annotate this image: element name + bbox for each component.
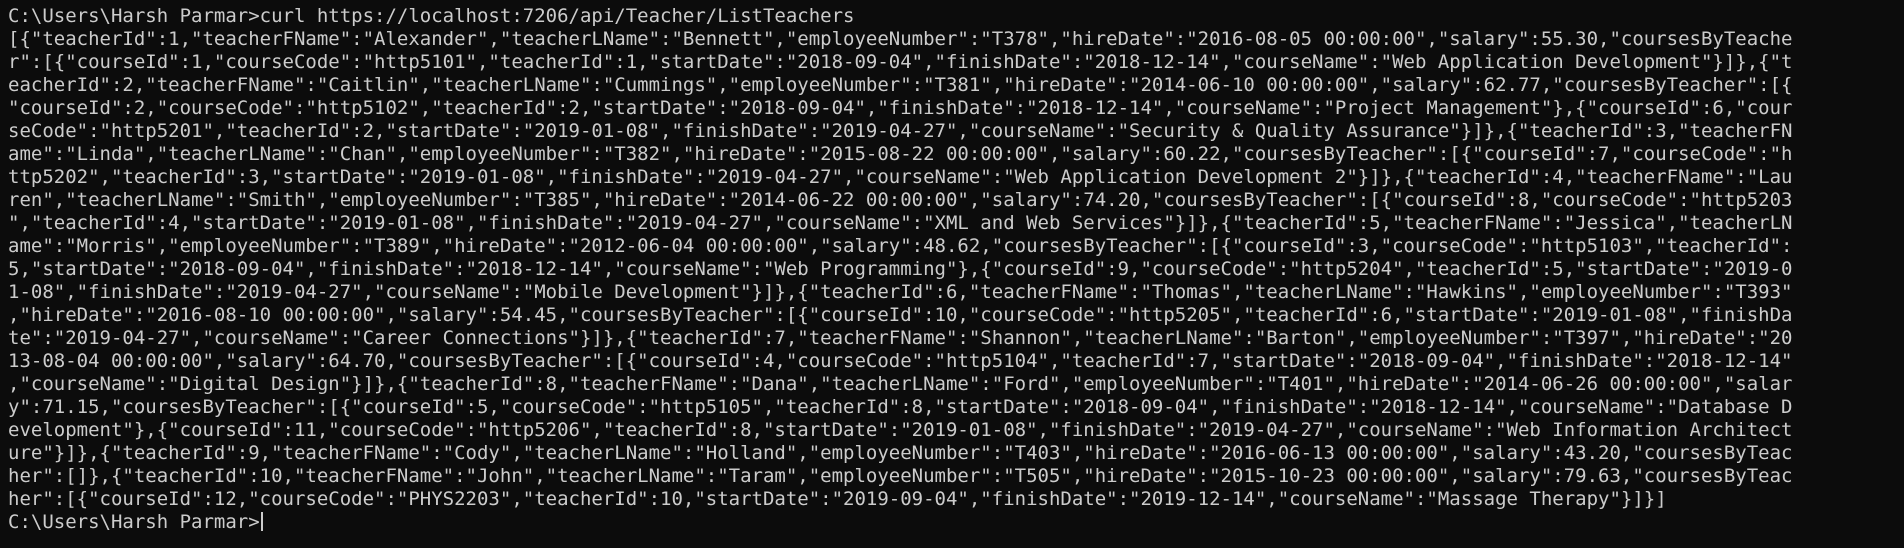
- output-line: ame":"Linda","teacherLName":"Chan","empl…: [8, 143, 1793, 165]
- output-line: ,"courseName":"Digital Design"}]},{"teac…: [8, 373, 1793, 395]
- output-line: evelopment"},{"courseId":11,"courseCode"…: [8, 419, 1793, 441]
- command-line: C:\Users\Harsh Parmar>curl https://local…: [8, 5, 855, 27]
- output-line: ure"}]},{"teacherId":9,"teacherFName":"C…: [8, 442, 1793, 464]
- output-line: ame":"Morris","employeeNumber":"T389","h…: [8, 235, 1793, 257]
- output-line: "courseId":2,"courseCode":"http5102","te…: [8, 97, 1793, 119]
- output-line: seCode":"http5201","teacherId":2,"startD…: [8, 120, 1793, 142]
- output-line: 1-08","finishDate":"2019-04-27","courseN…: [8, 281, 1793, 303]
- prompt-line[interactable]: C:\Users\Harsh Parmar>: [8, 511, 1904, 534]
- terminal-window[interactable]: C:\Users\Harsh Parmar>curl https://local…: [0, 0, 1904, 548]
- output-line: her":[]},{"teacherId":10,"teacherFName":…: [8, 465, 1793, 487]
- output-line: ,"hireDate":"2016-08-10 00:00:00","salar…: [8, 304, 1793, 326]
- output-line: te":"2019-04-27","courseName":"Career Co…: [8, 327, 1793, 349]
- output-line: 5,"startDate":"2018-09-04","finishDate":…: [8, 258, 1793, 280]
- output-line: her":[{"courseId":12,"courseCode":"PHYS2…: [8, 488, 1667, 510]
- output-line: r":[{"courseId":1,"courseCode":"http5101…: [8, 51, 1793, 73]
- text-cursor: [260, 512, 263, 531]
- output-line: ren","teacherLName":"Smith","employeeNum…: [8, 189, 1793, 211]
- prompt-text: C:\Users\Harsh Parmar>: [8, 511, 260, 533]
- output-line: 13-08-04 00:00:00","salary":64.70,"cours…: [8, 350, 1793, 372]
- output-line: ttp5202","teacherId":3,"startDate":"2019…: [8, 166, 1793, 188]
- output-line: [{"teacherId":1,"teacherFName":"Alexande…: [8, 28, 1793, 50]
- output-line: eacherId":2,"teacherFName":"Caitlin","te…: [8, 74, 1793, 96]
- output-line: y":71.15,"coursesByTeacher":[{"courseId"…: [8, 396, 1793, 418]
- output-line: ","teacherId":4,"startDate":"2019-01-08"…: [8, 212, 1793, 234]
